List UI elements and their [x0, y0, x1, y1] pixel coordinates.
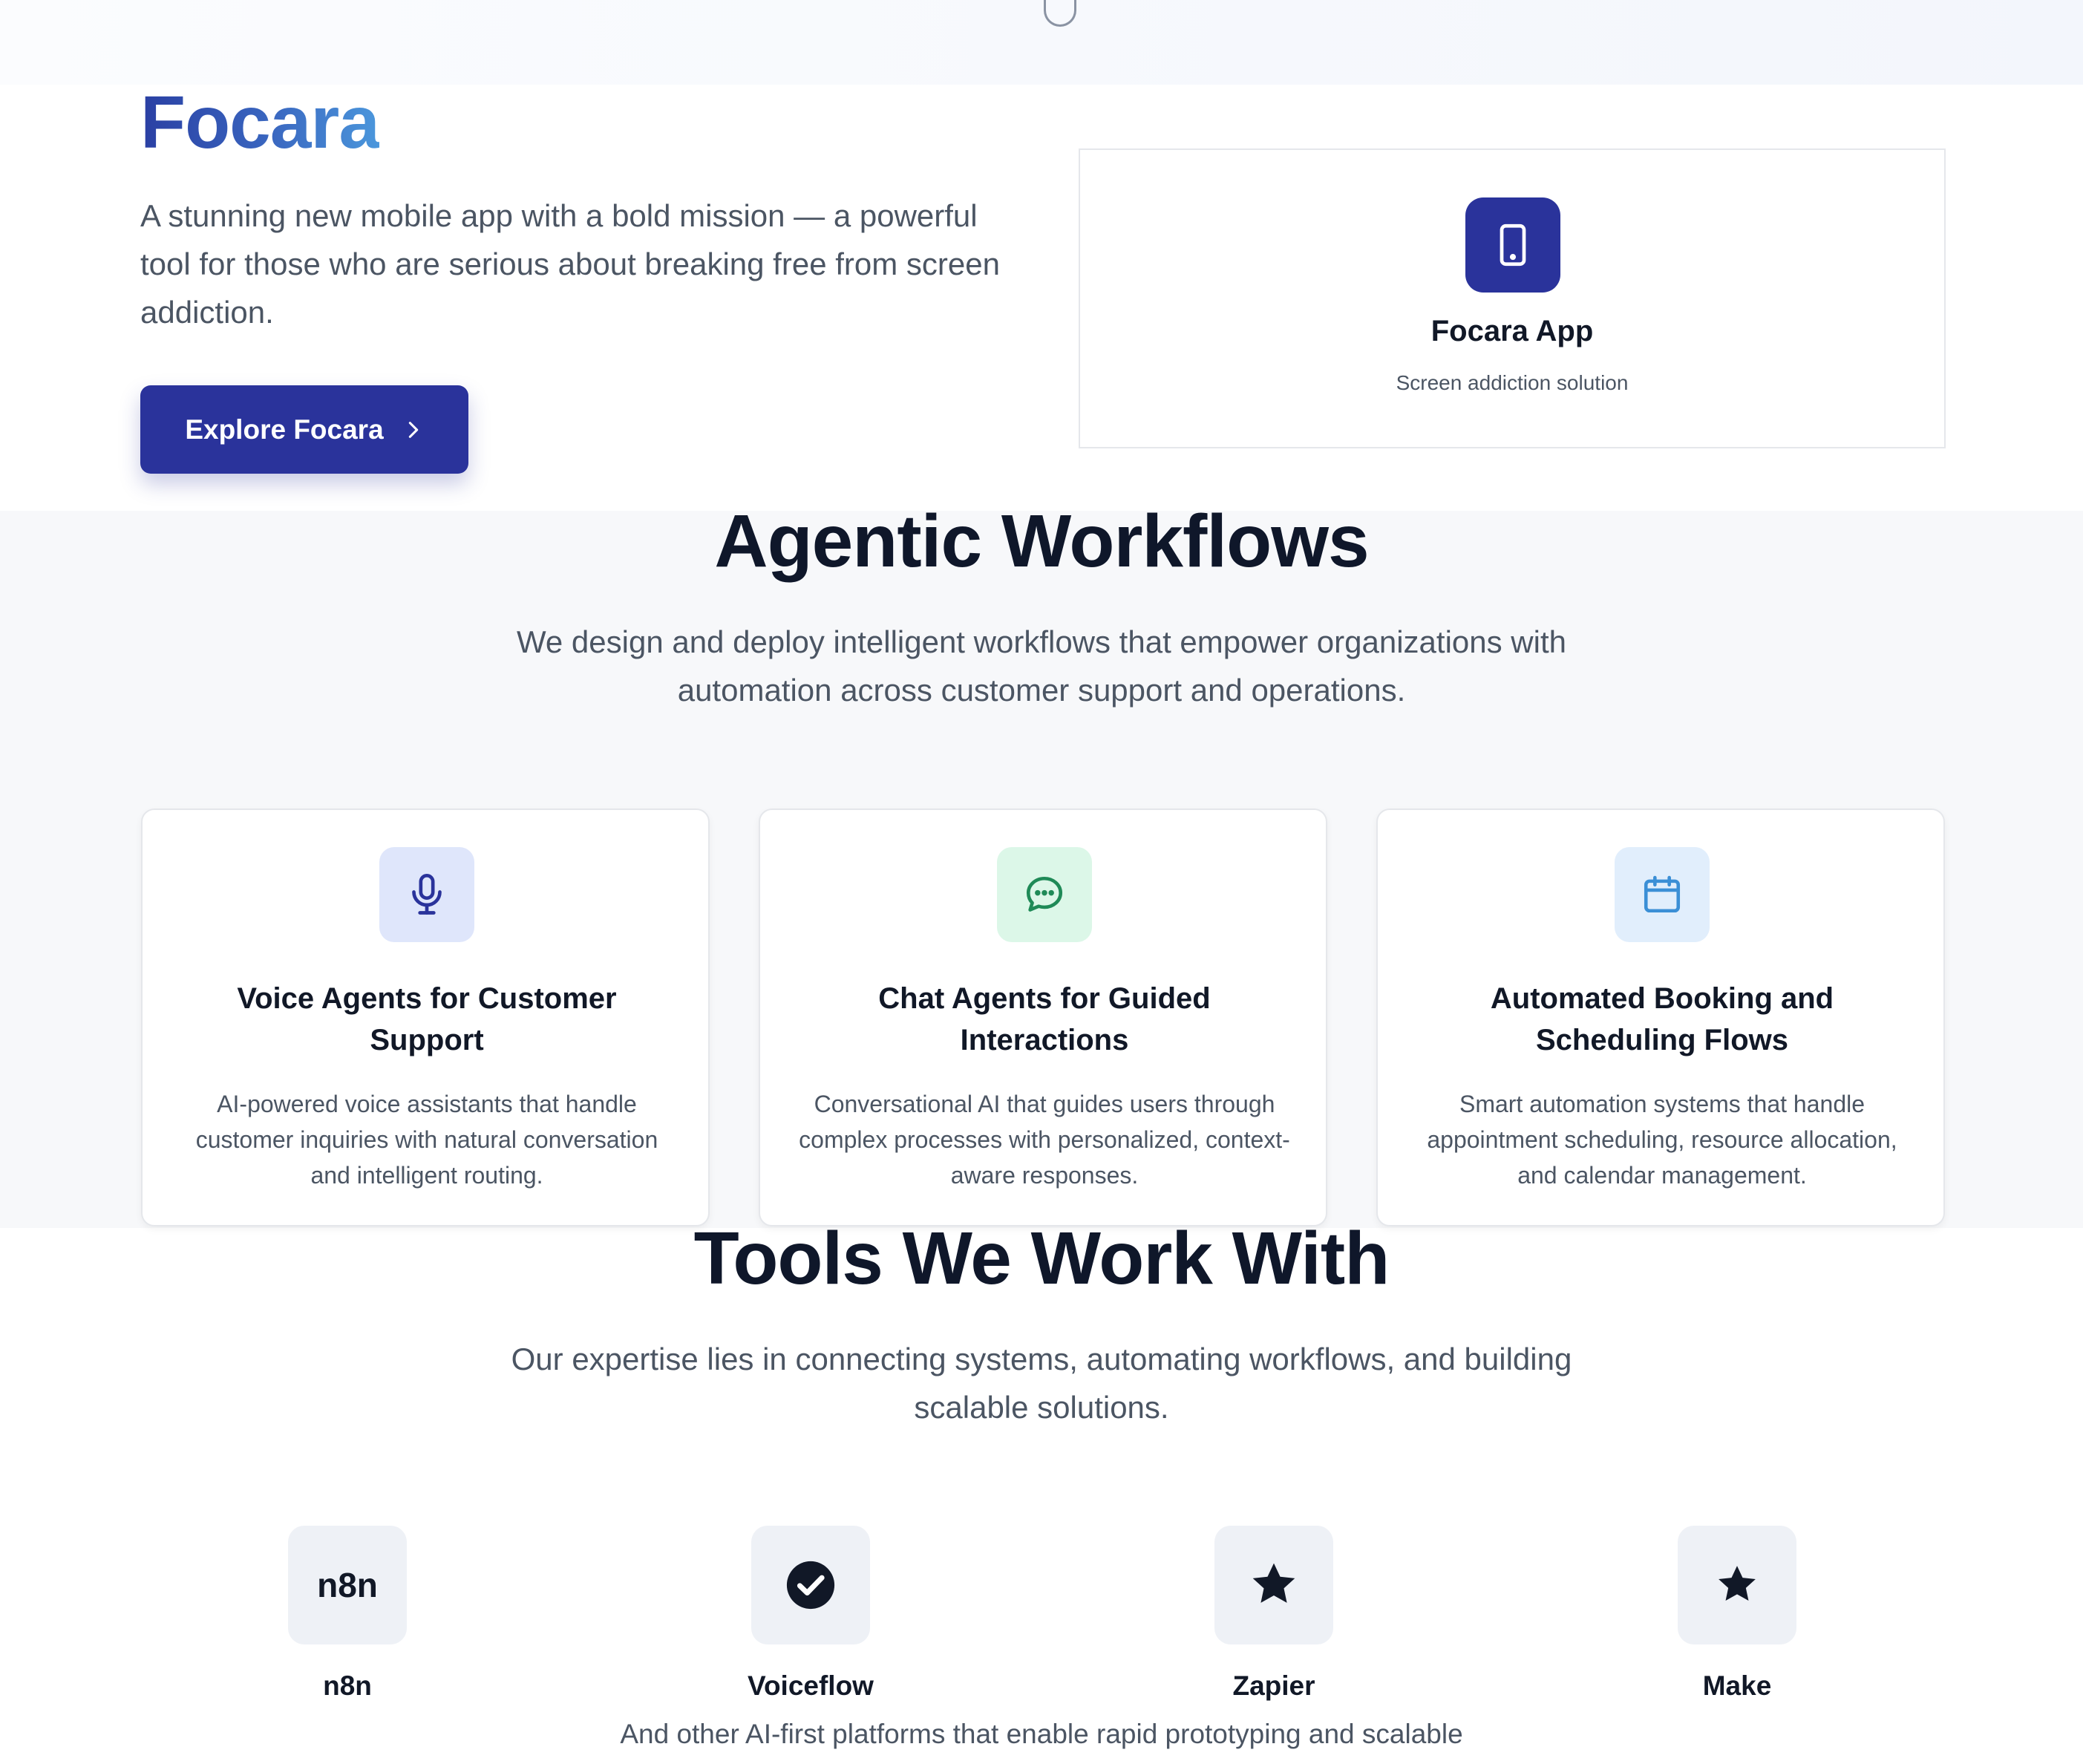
card-booking-flows[interactable]: Automated Booking and Scheduling Flows S… — [1376, 808, 1945, 1226]
explore-focara-button[interactable]: Explore Focara — [140, 385, 468, 474]
tools-description: Our expertise lies in connecting systems… — [511, 1342, 1572, 1425]
card-chat-agents[interactable]: Chat Agents for Guided Interactions Conv… — [759, 808, 1327, 1226]
star-icon — [1214, 1526, 1333, 1644]
tool-name: Voiceflow — [748, 1670, 874, 1701]
explore-focara-label: Explore Focara — [185, 414, 384, 445]
card-title: Voice Agents for Customer Support — [237, 982, 617, 1056]
n8n-logo: n8n — [288, 1526, 407, 1644]
tool-name: Make — [1702, 1670, 1772, 1701]
card-title: Chat Agents for Guided Interactions — [878, 982, 1211, 1056]
microphone-icon — [379, 847, 474, 942]
card-text: Smart automation systems that handle app… — [1427, 1091, 1897, 1189]
agentic-title: Agentic Workflows — [714, 500, 1369, 583]
tool-voiceflow[interactable]: Voiceflow — [699, 1526, 922, 1719]
hero-title: Focara — [140, 74, 380, 171]
app-name: Focara App — [1430, 315, 1594, 347]
calendar-icon — [1615, 847, 1710, 942]
top-strip — [0, 0, 2083, 85]
card-voice-agents[interactable]: Voice Agents for Customer Support AI-pow… — [141, 808, 710, 1226]
agentic-description: We design and deploy intelligent workflo… — [517, 624, 1566, 708]
tools-title: Tools We Work With — [693, 1217, 1390, 1300]
n8n-logo-text: n8n — [317, 1566, 378, 1604]
app-subtitle: Screen addiction solution — [1396, 371, 1629, 394]
chevron-right-icon — [408, 421, 418, 438]
hero-description: A stunning new mobile app with a bold mi… — [140, 198, 1000, 330]
check-circle-icon — [751, 1526, 870, 1644]
card-text: Conversational AI that guides users thro… — [799, 1091, 1290, 1189]
smartphone-icon — [1465, 197, 1560, 293]
tool-zapier[interactable]: Zapier — [1163, 1526, 1385, 1719]
tool-n8n[interactable]: n8n n8n — [236, 1526, 459, 1719]
tool-name: n8n — [323, 1670, 372, 1701]
card-title: Automated Booking and Scheduling Flows — [1490, 982, 1834, 1056]
tools-footer-text: And other AI-first platforms that enable… — [620, 1719, 1463, 1749]
star-icon — [1678, 1526, 1796, 1644]
tool-make[interactable]: Make — [1626, 1526, 1848, 1719]
tool-name: Zapier — [1232, 1670, 1315, 1701]
card-text: AI-powered voice assistants that handle … — [195, 1091, 658, 1189]
chat-bubble-icon — [997, 847, 1092, 942]
focara-app-card[interactable]: Focara App Screen addiction solution — [1079, 148, 1946, 448]
